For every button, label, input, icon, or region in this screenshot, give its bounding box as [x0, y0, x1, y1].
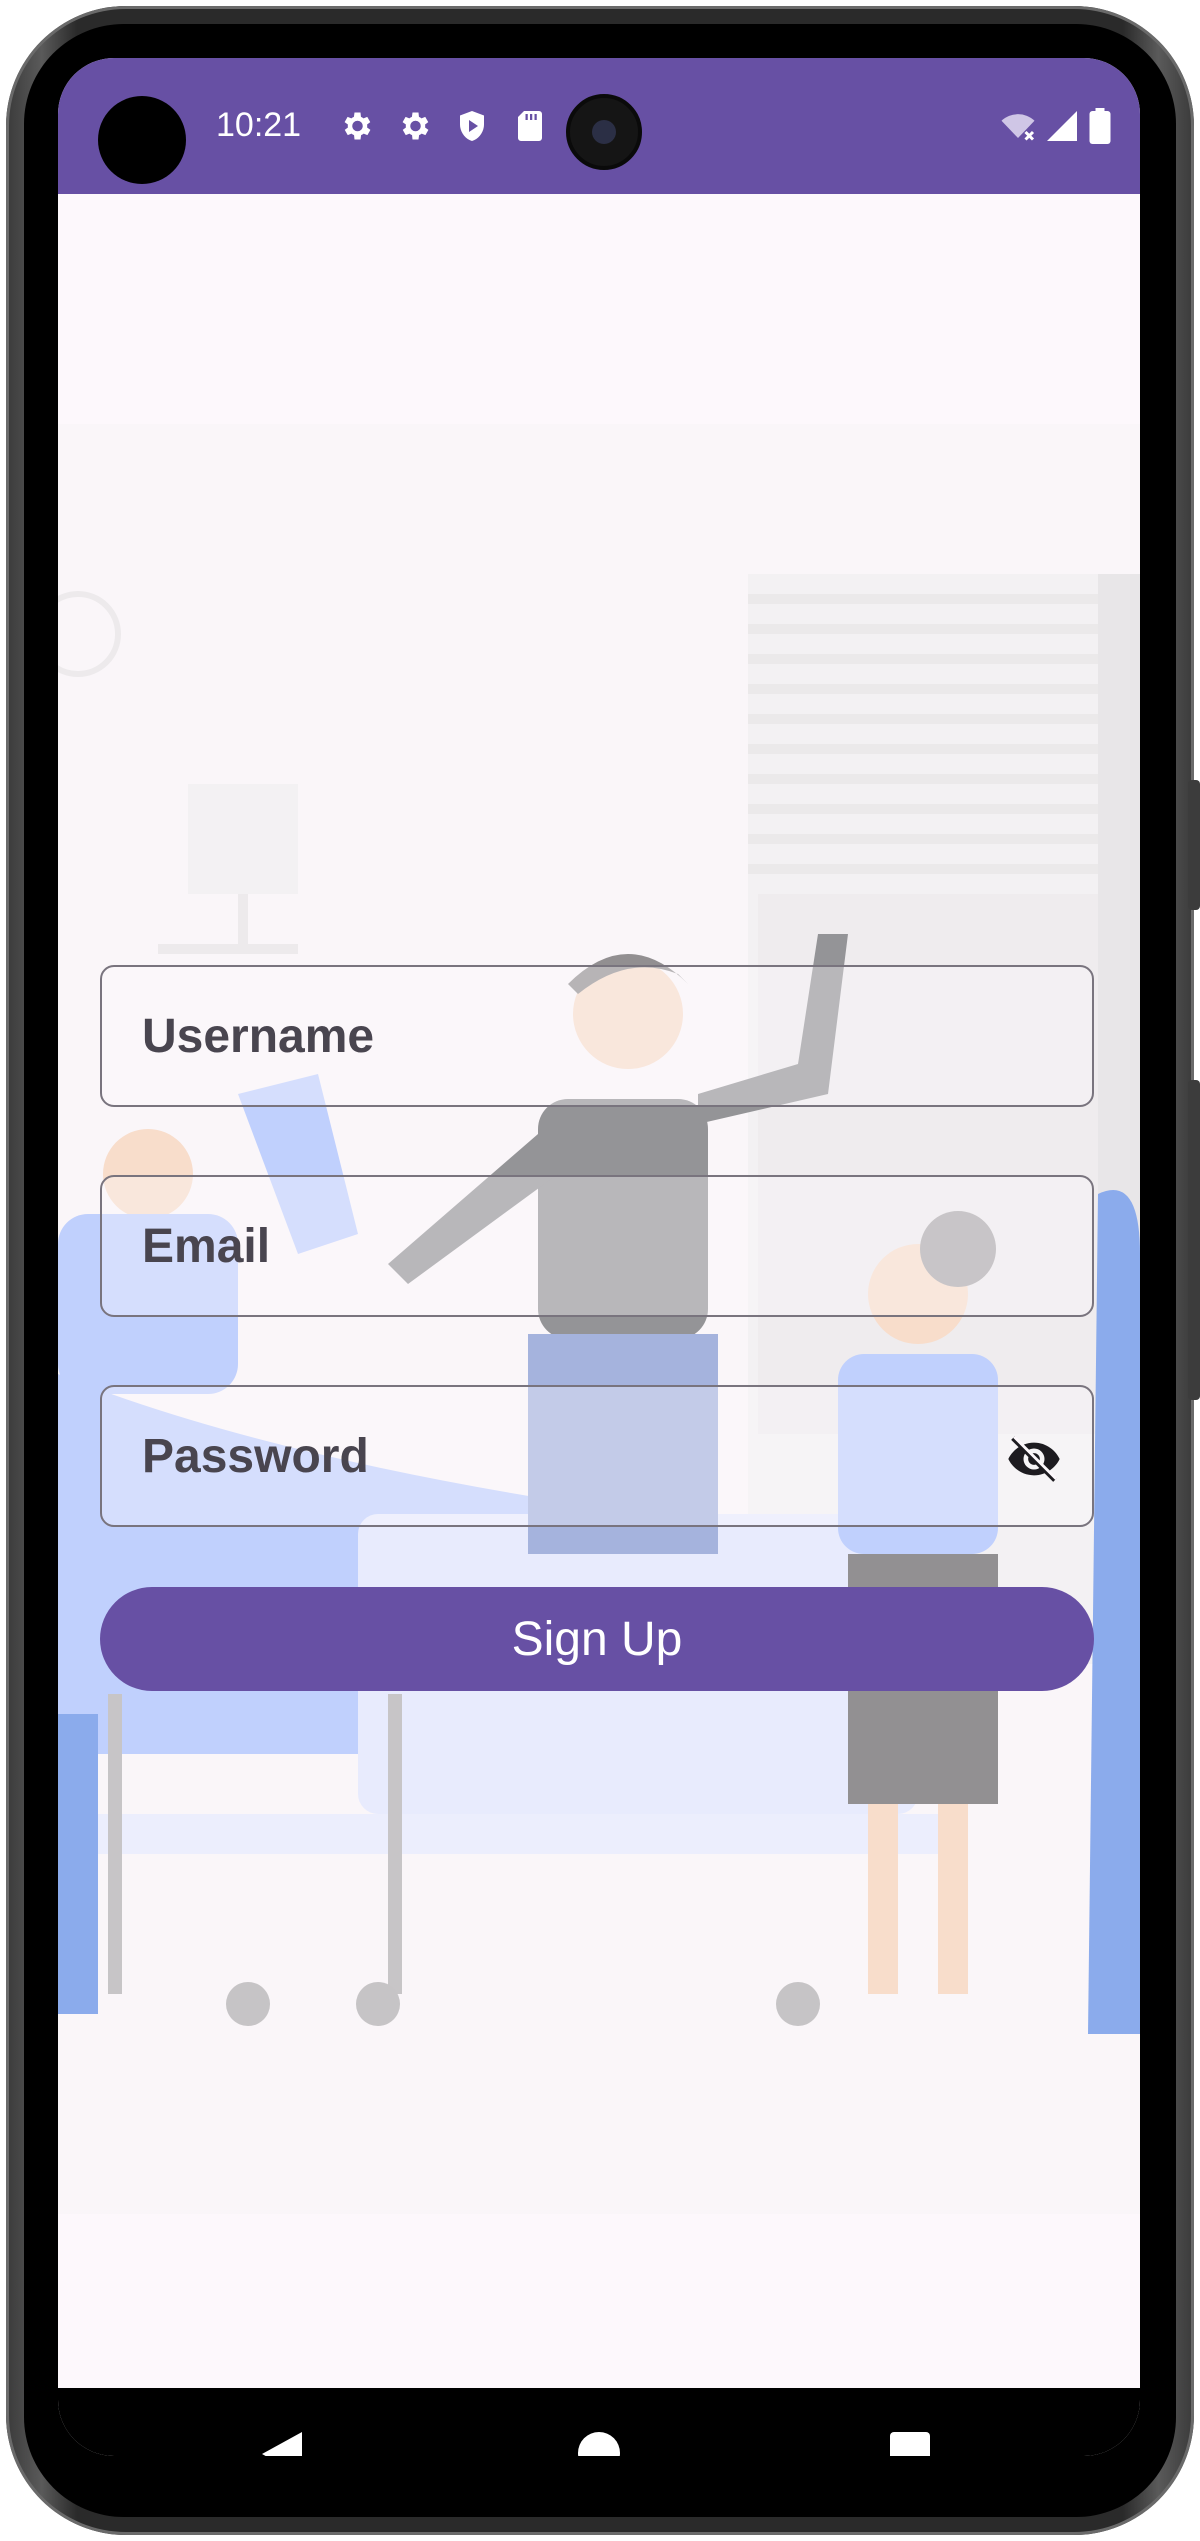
status-time: 10:21 — [216, 106, 302, 144]
back-icon[interactable] — [262, 2432, 302, 2456]
gear-icon — [344, 112, 371, 140]
wifi-off-icon — [1001, 114, 1035, 141]
screen: 10:21 Username Email Password Sign Up — [58, 58, 1140, 2456]
power-button — [1188, 1080, 1200, 1400]
email-label: Email — [142, 1220, 271, 1273]
shield-play-icon — [460, 111, 484, 141]
gear-icon — [402, 112, 429, 140]
username-label: Username — [142, 1010, 375, 1063]
front-camera — [566, 94, 642, 170]
sign-up-button[interactable]: Sign Up — [100, 1587, 1094, 1691]
volume-button — [1188, 780, 1200, 910]
status-bar: 10:21 — [58, 58, 1140, 194]
recents-icon[interactable] — [890, 2432, 930, 2456]
eye-off-icon[interactable] — [1006, 1431, 1062, 1487]
cell-signal-icon — [1047, 111, 1077, 141]
email-field[interactable]: Email — [100, 1175, 1094, 1317]
camera-cutout — [98, 96, 186, 184]
sd-card-icon — [518, 111, 542, 141]
signup-screen: Username Email Password Sign Up — [58, 194, 1140, 2388]
username-field[interactable]: Username — [100, 965, 1094, 1107]
home-icon[interactable] — [578, 2432, 620, 2456]
password-label: Password — [142, 1430, 369, 1483]
battery-icon — [1089, 108, 1111, 144]
password-field[interactable]: Password — [100, 1385, 1094, 1527]
navigation-bar — [58, 2388, 1140, 2456]
phone-device: 10:21 Username Email Password Sign Up — [0, 0, 1200, 2541]
